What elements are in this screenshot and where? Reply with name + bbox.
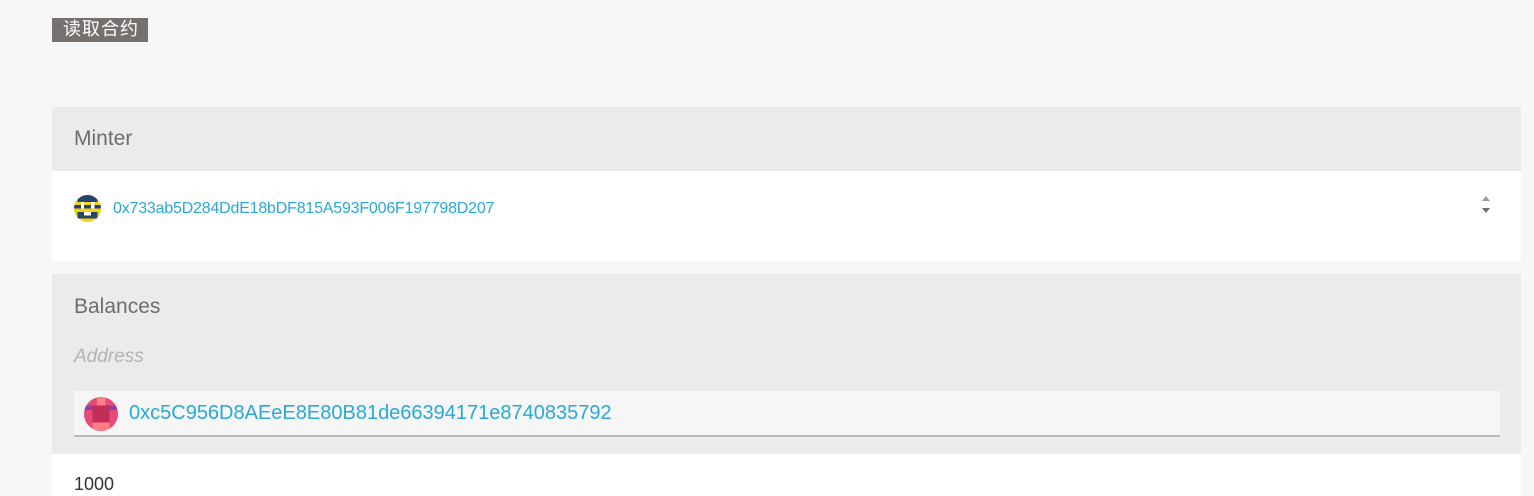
- address-identicon-icon: [84, 397, 118, 431]
- minter-label: Minter: [74, 127, 133, 150]
- address-input[interactable]: 0xc5C956D8AEeE8E80B81de66394171e87408357…: [74, 391, 1500, 437]
- chevron-down-icon[interactable]: [1482, 208, 1490, 213]
- minter-spinner[interactable]: [1477, 189, 1497, 221]
- address-field-label: Address: [74, 346, 144, 367]
- balance-value: 1000: [74, 474, 115, 494]
- balances-result: 1000: [52, 454, 1521, 496]
- balances-card: Balances Address 0xc5C956D8AEeE8E80B81de…: [52, 274, 1521, 454]
- minter-result: 0x733ab5D284DdE18bDF815A593F006F197798D2…: [52, 171, 1521, 261]
- page-title-tag: 读取合约: [52, 18, 148, 42]
- minter-identicon-icon: [74, 195, 101, 222]
- minter-address-link[interactable]: 0x733ab5D284DdE18bDF815A593F006F197798D2…: [113, 200, 494, 218]
- balances-label: Balances: [74, 295, 161, 318]
- address-input-value[interactable]: 0xc5C956D8AEeE8E80B81de66394171e87408357…: [129, 402, 612, 425]
- chevron-up-icon[interactable]: [1482, 196, 1490, 201]
- minter-header: Minter: [52, 107, 1521, 171]
